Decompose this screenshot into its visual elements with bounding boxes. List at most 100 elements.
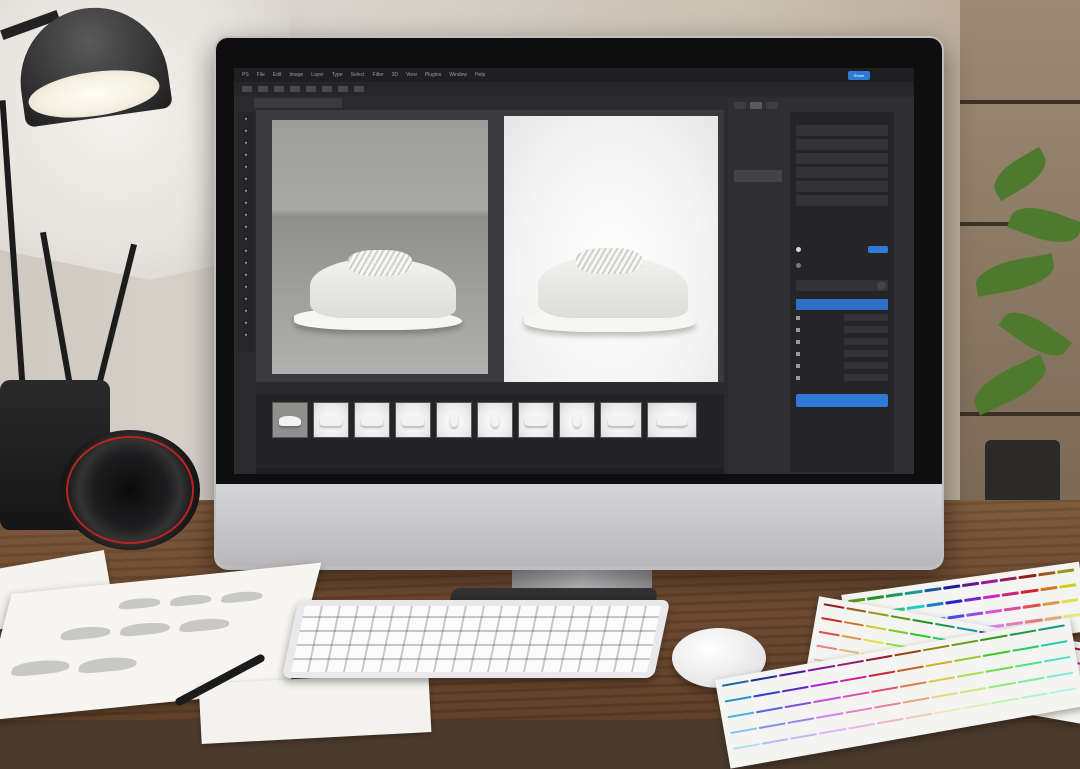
checkbox-icon[interactable] xyxy=(796,339,800,344)
value-field[interactable] xyxy=(844,350,888,357)
layer-item[interactable] xyxy=(734,182,782,194)
option-control[interactable] xyxy=(274,86,284,92)
option-control[interactable] xyxy=(306,86,316,92)
checkbox-row[interactable] xyxy=(796,337,888,346)
value-field[interactable] xyxy=(844,314,888,321)
preset-dropdown[interactable] xyxy=(796,280,888,291)
filmstrip-thumbnail[interactable] xyxy=(436,402,472,438)
menu-item[interactable]: File xyxy=(257,72,265,78)
radio-option[interactable] xyxy=(796,244,888,254)
stamp-tool-icon[interactable]: ▪ xyxy=(242,200,250,208)
menu-item[interactable]: PS xyxy=(242,72,249,78)
property-field[interactable] xyxy=(796,153,888,164)
gradient-tool-icon[interactable]: ▪ xyxy=(242,236,250,244)
color-swatch xyxy=(934,707,962,715)
marquee-tool-icon[interactable]: ▪ xyxy=(242,128,250,136)
value-field[interactable] xyxy=(844,374,888,381)
menu-item[interactable]: Window xyxy=(449,72,467,78)
filmstrip-thumbnail[interactable] xyxy=(559,402,595,438)
menu-item[interactable]: 3D xyxy=(392,72,398,78)
checkbox-icon[interactable] xyxy=(796,351,800,356)
option-control[interactable] xyxy=(322,86,332,92)
value-field[interactable] xyxy=(844,326,888,333)
option-control[interactable] xyxy=(290,86,300,92)
filmstrip-thumbnail[interactable] xyxy=(477,402,513,438)
dodge-tool-icon[interactable]: ▪ xyxy=(242,260,250,268)
layer-item[interactable] xyxy=(734,218,782,230)
original-photo[interactable] xyxy=(272,120,488,374)
option-control[interactable] xyxy=(354,86,364,92)
property-field[interactable] xyxy=(796,195,888,206)
blur-tool-icon[interactable]: ▪ xyxy=(242,248,250,256)
document-tab[interactable] xyxy=(254,98,342,108)
property-field[interactable] xyxy=(796,181,888,192)
filmstrip-thumbnail[interactable] xyxy=(272,402,308,438)
layer-item[interactable] xyxy=(734,134,782,146)
value-field[interactable] xyxy=(844,362,888,369)
brush-tool-icon[interactable]: ▪ xyxy=(242,188,250,196)
menu-item[interactable]: Plugins xyxy=(425,72,441,78)
checkbox-icon[interactable] xyxy=(796,375,800,380)
crop-tool-icon[interactable]: ▪ xyxy=(242,152,250,160)
menu-item[interactable]: Select xyxy=(351,72,365,78)
layer-item[interactable] xyxy=(734,158,782,170)
menu-item[interactable]: Layer xyxy=(311,72,324,78)
history-tool-icon[interactable]: ▪ xyxy=(242,212,250,220)
radio-option[interactable] xyxy=(796,260,888,270)
panel-tab[interactable] xyxy=(766,102,778,109)
share-button[interactable]: Share xyxy=(848,71,870,80)
filmstrip-thumbnail[interactable] xyxy=(518,402,554,438)
eraser-tool-icon[interactable]: ▪ xyxy=(242,224,250,232)
option-control[interactable] xyxy=(258,86,268,92)
lasso-tool-icon[interactable]: ▪ xyxy=(242,140,250,148)
menu-item[interactable]: Help xyxy=(475,72,485,78)
value-field[interactable] xyxy=(844,338,888,345)
checkbox-icon[interactable] xyxy=(796,363,800,368)
checkbox-icon[interactable] xyxy=(796,327,800,332)
menu-item[interactable]: Image xyxy=(289,72,303,78)
toggle-button[interactable] xyxy=(868,245,888,253)
menu-item[interactable]: Edit xyxy=(273,72,282,78)
checkbox-row[interactable] xyxy=(796,373,888,382)
eyedropper-tool-icon[interactable]: ▪ xyxy=(242,164,250,172)
checkbox-row[interactable] xyxy=(796,349,888,358)
filmstrip-thumbnail[interactable] xyxy=(395,402,431,438)
layer-item[interactable] xyxy=(734,194,782,206)
checkbox-row[interactable] xyxy=(796,325,888,334)
filmstrip-thumbnail[interactable] xyxy=(313,402,349,438)
type-tool-icon[interactable]: ▪ xyxy=(242,284,250,292)
settings-icon[interactable] xyxy=(877,281,886,290)
checkbox-row[interactable] xyxy=(796,361,888,370)
heal-tool-icon[interactable]: ▪ xyxy=(242,176,250,184)
checkbox-icon[interactable] xyxy=(796,315,800,320)
selected-option[interactable] xyxy=(796,299,888,310)
apply-button[interactable] xyxy=(796,394,888,407)
panel-tab[interactable] xyxy=(734,102,746,109)
option-control[interactable] xyxy=(338,86,348,92)
hand-tool-icon[interactable]: ▪ xyxy=(242,320,250,328)
layer-item[interactable] xyxy=(734,206,782,218)
pen-tool-icon[interactable]: ▪ xyxy=(242,272,250,280)
filmstrip-thumbnail[interactable] xyxy=(354,402,390,438)
property-field[interactable] xyxy=(796,139,888,150)
path-tool-icon[interactable]: ▪ xyxy=(242,296,250,304)
checkbox-row[interactable] xyxy=(796,313,888,322)
shape-tool-icon[interactable]: ▪ xyxy=(242,308,250,316)
move-tool-icon[interactable]: ▪ xyxy=(242,116,250,124)
filmstrip-thumbnail[interactable] xyxy=(647,402,697,438)
property-field[interactable] xyxy=(796,125,888,136)
menu-item[interactable]: Type xyxy=(332,72,343,78)
option-control[interactable] xyxy=(242,86,252,92)
menu-item[interactable]: View xyxy=(406,72,417,78)
layer-item[interactable] xyxy=(734,146,782,158)
filmstrip-thumbnail[interactable] xyxy=(600,402,642,438)
color-swatch xyxy=(983,650,1011,658)
zoom-tool-icon[interactable]: ▪ xyxy=(242,332,250,340)
menu-item[interactable]: Filter xyxy=(373,72,384,78)
layer-item[interactable] xyxy=(734,122,782,134)
layer-item[interactable] xyxy=(734,110,782,122)
panel-tab[interactable] xyxy=(750,102,762,109)
edited-photo[interactable] xyxy=(504,116,718,382)
layer-item[interactable] xyxy=(734,170,782,182)
property-field[interactable] xyxy=(796,167,888,178)
